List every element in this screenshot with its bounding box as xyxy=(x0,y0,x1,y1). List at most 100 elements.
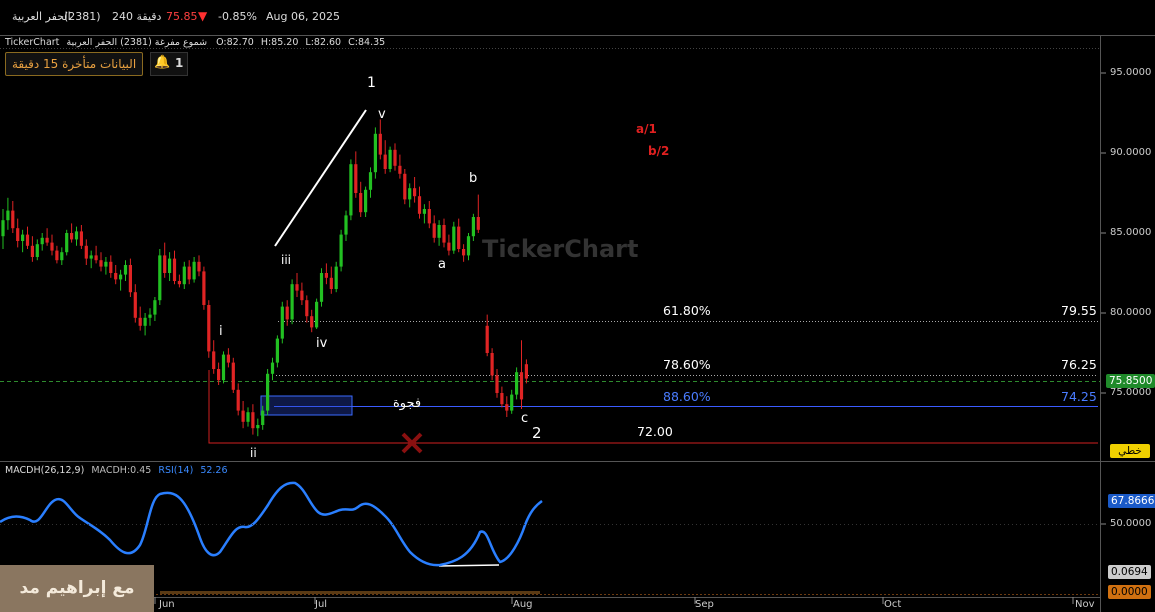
candle-body[interactable] xyxy=(221,354,226,381)
candle-body[interactable] xyxy=(447,242,451,251)
candle-body[interactable] xyxy=(432,223,436,238)
candle-body[interactable] xyxy=(60,252,64,261)
candle-body[interactable] xyxy=(305,300,309,317)
candle-body[interactable] xyxy=(510,394,514,411)
candle-body[interactable] xyxy=(275,338,279,363)
candle-body[interactable] xyxy=(373,133,377,173)
candles-group[interactable] xyxy=(1,119,528,437)
candle-body[interactable] xyxy=(417,196,422,214)
candle-body[interactable] xyxy=(84,245,88,259)
candle-body[interactable] xyxy=(261,410,265,425)
wave-label-a[interactable]: a xyxy=(438,257,446,272)
candle-body[interactable] xyxy=(339,234,343,267)
candle-body[interactable] xyxy=(515,372,519,395)
candle-body[interactable] xyxy=(30,245,34,257)
scale-mode-button[interactable]: خطي xyxy=(1110,444,1150,458)
candle-body[interactable] xyxy=(442,225,446,243)
alerts-button[interactable]: 🔔 1 xyxy=(150,52,188,76)
candle-body[interactable] xyxy=(158,255,162,301)
candle-body[interactable] xyxy=(466,236,471,256)
candle-body[interactable] xyxy=(187,266,191,280)
candle-body[interactable] xyxy=(505,404,509,411)
candle-body[interactable] xyxy=(99,260,103,267)
candle-body[interactable] xyxy=(290,284,294,320)
candle-body[interactable] xyxy=(452,226,456,251)
candle-body[interactable] xyxy=(462,249,466,256)
wave-label-iv[interactable]: iv xyxy=(316,336,327,351)
candle-body[interactable] xyxy=(40,237,44,245)
candle-body[interactable] xyxy=(319,273,324,302)
candle-body[interactable] xyxy=(300,290,304,301)
wave-label-1[interactable]: 1 xyxy=(367,75,376,91)
wave-label-2[interactable]: 2 xyxy=(532,424,542,442)
candle-body[interactable] xyxy=(524,364,528,379)
candle-body[interactable] xyxy=(471,217,475,237)
candle-body[interactable] xyxy=(266,373,270,411)
wave-label-b2[interactable]: b/2 xyxy=(648,144,669,158)
candle-body[interactable] xyxy=(192,261,196,280)
candle-body[interactable] xyxy=(427,209,431,224)
candle-body[interactable] xyxy=(476,217,480,230)
candle-body[interactable] xyxy=(89,255,93,259)
candle-body[interactable] xyxy=(378,133,382,155)
candle-body[interactable] xyxy=(114,273,118,280)
time-axis[interactable] xyxy=(154,597,1074,604)
candle-body[interactable] xyxy=(226,354,230,363)
candle-body[interactable] xyxy=(383,154,387,169)
price-axis[interactable] xyxy=(1101,72,1106,525)
macd-label[interactable]: MACDH(26,12,9) xyxy=(5,465,84,476)
candle-body[interactable] xyxy=(324,273,328,278)
candle-body[interactable] xyxy=(11,210,15,229)
candle-body[interactable] xyxy=(217,369,221,381)
candle-body[interactable] xyxy=(163,255,167,273)
candle-body[interactable] xyxy=(45,237,49,243)
candle-body[interactable] xyxy=(168,258,172,273)
gap-rectangle[interactable] xyxy=(260,395,353,416)
candle-body[interactable] xyxy=(207,305,211,352)
candle-body[interactable] xyxy=(256,425,260,429)
candle-body[interactable] xyxy=(495,375,499,393)
candle-body[interactable] xyxy=(457,226,461,249)
wave-label-iii[interactable]: iii xyxy=(281,253,291,267)
candle-body[interactable] xyxy=(1,220,5,237)
candle-body[interactable] xyxy=(109,261,113,273)
candle-body[interactable] xyxy=(16,228,20,241)
candle-body[interactable] xyxy=(280,306,284,339)
candle-body[interactable] xyxy=(177,281,181,285)
candle-body[interactable] xyxy=(50,242,54,251)
candle-body[interactable] xyxy=(334,266,338,289)
candle-body[interactable] xyxy=(246,412,250,422)
wave-label-c[interactable]: c xyxy=(521,411,528,426)
candle-body[interactable] xyxy=(251,412,255,429)
candle-body[interactable] xyxy=(270,362,275,374)
candle-body[interactable] xyxy=(398,165,402,174)
candle-body[interactable] xyxy=(143,317,147,326)
candle-body[interactable] xyxy=(393,149,397,166)
candle-body[interactable] xyxy=(21,234,25,241)
candle-body[interactable] xyxy=(236,389,240,411)
candle-body[interactable] xyxy=(79,231,83,246)
wave-label-a1[interactable]: a/1 xyxy=(636,122,657,136)
candle-body[interactable] xyxy=(408,188,412,200)
candle-body[interactable] xyxy=(490,353,494,376)
candle-body[interactable] xyxy=(500,393,504,405)
candle-body[interactable] xyxy=(422,209,426,214)
candle-body[interactable] xyxy=(104,261,108,267)
candle-body[interactable] xyxy=(35,244,39,257)
candle-body[interactable] xyxy=(359,193,363,213)
candle-body[interactable] xyxy=(315,301,319,328)
candle-body[interactable] xyxy=(25,234,30,246)
candle-body[interactable] xyxy=(94,255,98,261)
candle-body[interactable] xyxy=(65,233,69,253)
candle-body[interactable] xyxy=(55,250,59,261)
candle-body[interactable] xyxy=(285,306,289,320)
wave-label-b[interactable]: b xyxy=(469,171,477,186)
candle-body[interactable] xyxy=(485,325,489,353)
candle-body[interactable] xyxy=(148,314,152,318)
candle-body[interactable] xyxy=(413,188,417,197)
candle-body[interactable] xyxy=(403,173,407,200)
candle-body[interactable] xyxy=(354,164,358,193)
candle-body[interactable] xyxy=(344,215,348,235)
wave-label-i[interactable]: i xyxy=(219,324,223,339)
candle-body[interactable] xyxy=(153,300,157,315)
